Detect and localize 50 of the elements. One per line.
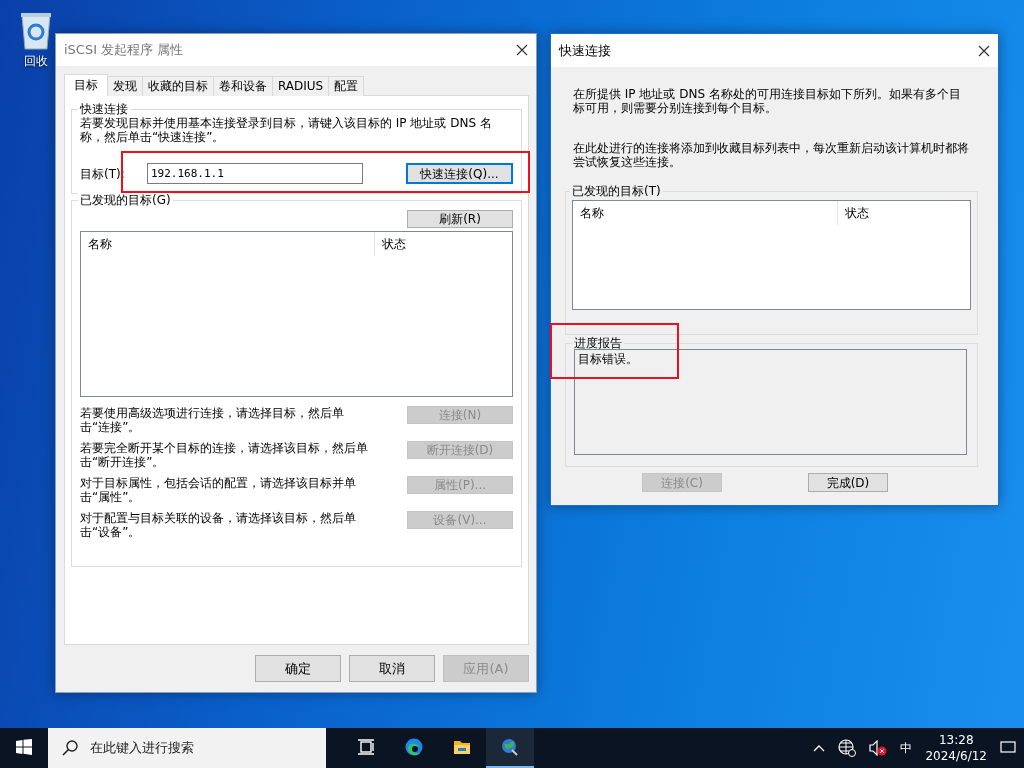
- quick-connect-button[interactable]: 快速连接(Q)...: [406, 163, 513, 184]
- column-header[interactable]: 名称: [573, 206, 837, 220]
- muted-speaker-icon[interactable]: [869, 740, 888, 756]
- progress-text: 目标错误。: [578, 352, 638, 366]
- description-text: 在此处进行的连接将添加到收藏目标列表中，每次重新启动该计算机时都将尝试恢复这些连接。: [573, 141, 970, 169]
- instruction-text: 若要使用高级选项进行连接，请选择目标，然后单击“连接”。: [80, 406, 345, 434]
- instruction-text: 若要完全断开某个目标的连接，请选择该目标，然后单击“断开连接”。: [80, 441, 369, 469]
- tab[interactable]: 卷和设备: [213, 76, 273, 96]
- notification-icon[interactable]: [1000, 741, 1016, 755]
- search-box[interactable]: 在此键入进行搜索: [48, 728, 326, 768]
- network-icon[interactable]: [838, 739, 857, 757]
- input-method-indicator[interactable]: 中: [900, 741, 913, 755]
- tab[interactable]: 收藏的目标: [142, 76, 214, 96]
- instruction-text: 对于目标属性，包括会话的配置，请选择该目标并单击“属性”。: [80, 476, 357, 504]
- window-title: iSCSI 发起程序 属性: [64, 43, 184, 57]
- tab[interactable]: 配置: [328, 76, 365, 96]
- dialog-button[interactable]: 取消: [349, 655, 435, 682]
- browser-icon: [405, 738, 423, 756]
- tab[interactable]: RADIUS: [272, 76, 330, 96]
- desktop-icon-label[interactable]: 回收: [24, 54, 48, 68]
- description-text: 若要发现目标并使用基本连接登录到目标，请键入该目标的 IP 地址或 DNS 名称，然后单击“快速连接”。: [80, 116, 493, 144]
- group-title: 已发现的目标(G): [78, 193, 173, 207]
- folder-icon: [453, 738, 471, 756]
- globe-icon: [501, 738, 519, 756]
- dialog-button[interactable]: 确定: [255, 655, 341, 682]
- chevron-up-icon[interactable]: [813, 744, 826, 752]
- target-field[interactable]: 192.168.1.1: [147, 163, 363, 184]
- clock-time[interactable]: 13:28: [938, 732, 974, 748]
- group-title: 快速连接: [78, 102, 130, 116]
- close-icon[interactable]: [516, 44, 528, 56]
- group-title: 进度报告: [572, 336, 624, 350]
- dialog-button[interactable]: 完成(D): [808, 473, 888, 492]
- tab[interactable]: 目标: [64, 74, 108, 96]
- group-title: 已发现的目标(T): [570, 184, 663, 198]
- recycle-bin-icon: [19, 10, 53, 50]
- search-icon: [62, 740, 78, 756]
- task-view-icon: [357, 738, 375, 756]
- search-placeholder: 在此键入进行搜索: [90, 741, 194, 755]
- description-text: 在所提供 IP 地址或 DNS 名称处的可用连接目标如下所列。如果有多个目标可用，则需要分别连接到每个目标。: [573, 87, 962, 115]
- windows-logo-icon: [16, 739, 32, 755]
- column-header[interactable]: 状态: [838, 206, 869, 220]
- refresh-button[interactable]: 刷新(R): [407, 210, 513, 228]
- taskbar-app[interactable]: [486, 728, 534, 768]
- column-header[interactable]: 状态: [375, 237, 406, 251]
- close-icon[interactable]: [978, 44, 990, 57]
- clock-date[interactable]: 2024/6/12: [925, 748, 987, 764]
- tab[interactable]: 发现: [107, 76, 143, 96]
- window-title: 快速连接: [559, 43, 611, 58]
- instruction-text: 对于配置与目标关联的设备，请选择该目标，然后单击“设备”。: [80, 511, 357, 539]
- column-header[interactable]: 名称: [81, 237, 374, 251]
